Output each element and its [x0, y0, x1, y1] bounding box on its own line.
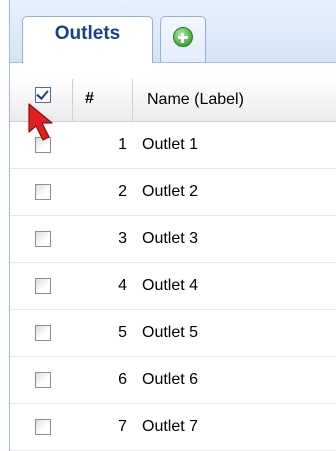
- row-number: 1: [118, 136, 127, 153]
- row-checkbox[interactable]: [35, 184, 51, 200]
- row-name: Outlet 2: [142, 183, 199, 200]
- header-name-column[interactable]: Name (Label): [133, 79, 336, 121]
- row-checkbox[interactable]: [35, 372, 51, 388]
- header-number-label: #: [85, 90, 94, 107]
- table-row[interactable]: 3 Outlet 3: [10, 216, 336, 263]
- row-select-cell: [10, 169, 73, 215]
- row-name: Outlet 5: [142, 324, 199, 341]
- table-row[interactable]: 7 Outlet 7: [10, 404, 336, 451]
- table-row[interactable]: 2 Outlet 2: [10, 169, 336, 216]
- checkmark-icon: [36, 87, 49, 100]
- row-checkbox[interactable]: [35, 419, 51, 435]
- row-name: Outlet 3: [142, 230, 199, 247]
- outlets-panel: Outlets # Name (Label) 1 Outlet 1 2 Outlet …: [9, 0, 336, 451]
- row-number: 6: [118, 371, 127, 388]
- row-select-cell: [10, 263, 73, 309]
- header-number-column[interactable]: #: [73, 79, 133, 121]
- row-name: Outlet 1: [142, 136, 199, 153]
- row-select-cell: [10, 216, 73, 262]
- select-all-checkbox[interactable]: [35, 87, 51, 103]
- row-number: 7: [118, 418, 127, 435]
- table-row[interactable]: 4 Outlet 4: [10, 263, 336, 310]
- header-name-label: Name (Label): [147, 91, 244, 108]
- table-row[interactable]: 6 Outlet 6: [10, 357, 336, 404]
- tab-bar: Outlets: [10, 0, 336, 63]
- row-number: 2: [118, 183, 127, 200]
- row-checkbox[interactable]: [35, 325, 51, 341]
- row-checkbox[interactable]: [35, 278, 51, 294]
- row-number: 4: [118, 277, 127, 294]
- row-name: Outlet 6: [142, 371, 199, 388]
- red-pointer-arrow-icon: [28, 103, 53, 141]
- row-number: 5: [118, 324, 127, 341]
- add-icon: [173, 27, 193, 47]
- row-number: 3: [118, 230, 127, 247]
- tab-outlets[interactable]: Outlets: [22, 16, 153, 63]
- row-select-cell: [10, 404, 73, 450]
- tab-outlets-label: Outlets: [54, 23, 121, 44]
- row-select-cell: [10, 357, 73, 403]
- add-tab-button[interactable]: [160, 16, 206, 62]
- row-select-cell: [10, 310, 73, 356]
- row-checkbox[interactable]: [35, 231, 51, 247]
- row-name: Outlet 4: [142, 277, 199, 294]
- row-name: Outlet 7: [142, 418, 199, 435]
- table-row[interactable]: 5 Outlet 5: [10, 310, 336, 357]
